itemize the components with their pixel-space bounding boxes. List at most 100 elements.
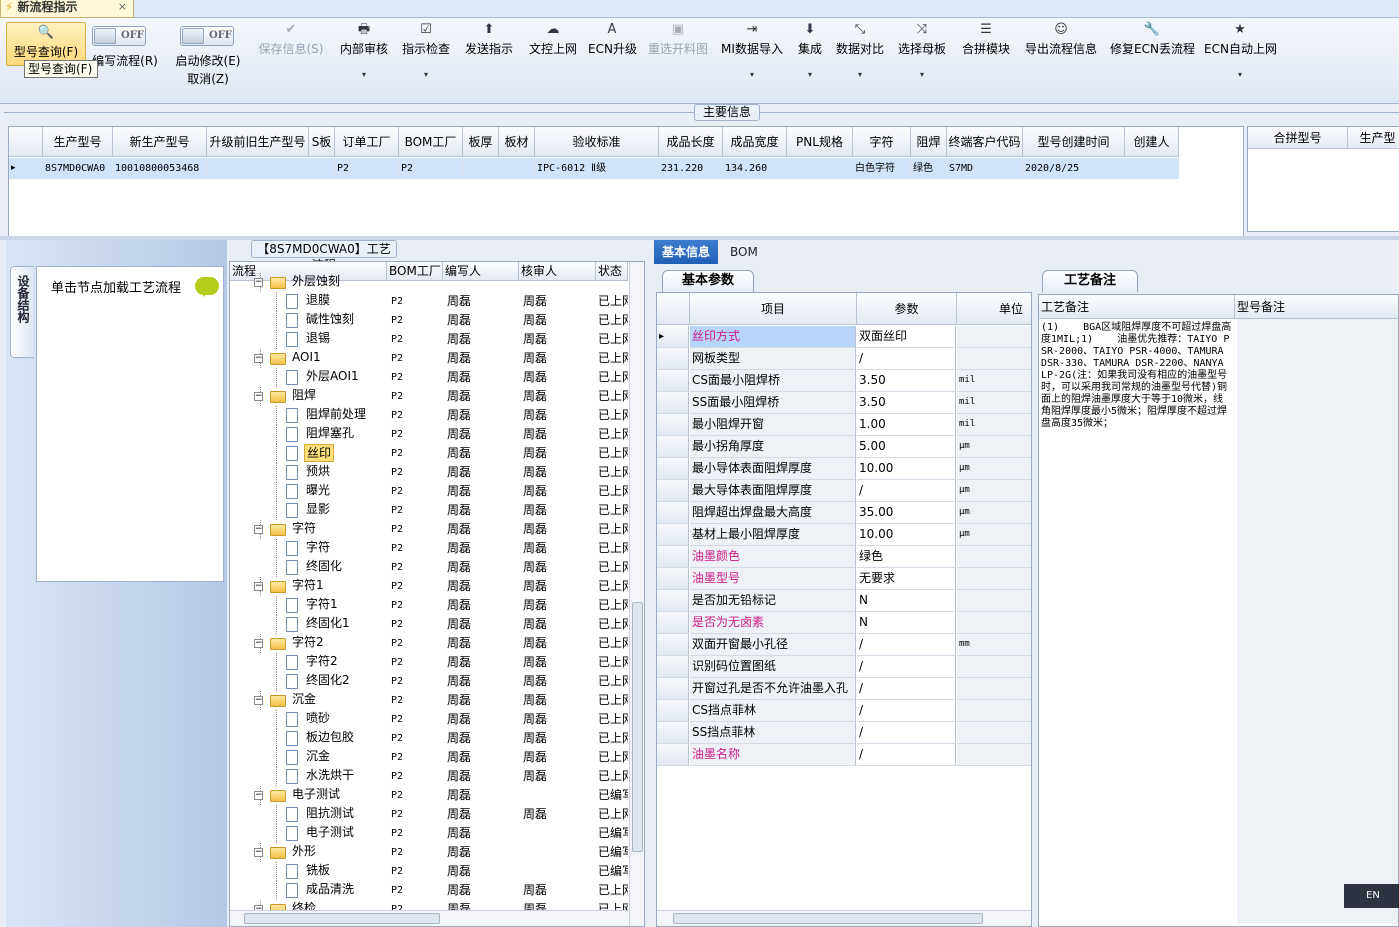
process-name[interactable]: 字符2 [304,653,340,671]
process-name[interactable]: 字符2 [290,634,326,652]
merge-model-grid[interactable]: 合拼型号 生产型 [1247,126,1399,232]
param-row[interactable]: 阻焊超出焊盘最大高度 35.00 μm [657,502,1031,524]
process-name[interactable]: 终固化2 [304,672,352,690]
tree-row[interactable]: − 字符1 P2 周磊 周磊 已上网 [230,577,628,596]
tab-process-remarks[interactable]: 工艺备注 [1042,270,1138,292]
tree-row[interactable]: 成品清洗 P2 周磊 周磊 已上网 [230,881,628,900]
doc-upload-button[interactable]: ☁ 文控上网 [526,20,580,100]
param-row[interactable]: SS面最小阻焊桥 3.50 mil [657,392,1031,414]
param-value[interactable]: / [857,656,956,678]
process-name[interactable]: AOI1 [290,349,323,367]
chevron-down-icon[interactable]: ▾ [338,70,390,79]
param-row[interactable]: 最大导体表面阻焊厚度 / μm [657,480,1031,502]
fix-ecn-flow-button[interactable]: 🔧 修复ECN丢流程 [1110,20,1195,100]
chevron-down-icon[interactable]: ▾ [896,70,948,79]
tree-row[interactable]: 阻焊塞孔 P2 周磊 周磊 已上网 [230,425,628,444]
indicator-check-button[interactable]: ☑ 指示检查 ▾ [400,20,452,100]
table-cell[interactable]: P2 [399,158,463,179]
reselect-cutting-drawing-button[interactable]: ▣ 重选开料图 [646,20,710,100]
tree-row[interactable]: − 电子测试 P2 周磊 已编写 [230,786,628,805]
param-row[interactable]: CS面最小阻焊桥 3.50 mil [657,370,1031,392]
tree-row[interactable]: 电子测试 P2 周磊 已编写 [230,824,628,843]
expand-toggle-icon[interactable]: − [254,354,263,363]
table-cell[interactable] [787,158,853,179]
process-name[interactable]: 曝光 [304,482,332,500]
tree-row[interactable]: 丝印 P2 周磊 周磊 已上网 [230,444,628,463]
param-row[interactable]: 是否为无卤素 N [657,612,1031,634]
column-header[interactable]: 板厚 [463,127,499,157]
integrate-button[interactable]: ⬇ 集成 ▾ [794,20,826,100]
send-indicator-button[interactable]: ⬆ 发送指示 [462,20,516,100]
process-name[interactable]: 水洗烘干 [304,767,356,785]
chevron-down-icon[interactable]: ▾ [720,70,784,79]
column-header[interactable]: 订单工厂 [335,127,399,157]
tree-row[interactable]: − 外层蚀刻 [230,273,628,292]
tree-row[interactable]: 水洗烘干 P2 周磊 周磊 已上网 [230,767,628,786]
column-header[interactable]: 板材 [499,127,535,157]
tree-row[interactable]: − 沉金 P2 周磊 周磊 已上网 [230,691,628,710]
process-name[interactable]: 退锡 [304,330,332,348]
table-cell[interactable] [463,158,499,179]
param-row[interactable]: 最小阻焊开窗 1.00 mil [657,414,1031,436]
param-value[interactable]: 绿色 [857,546,956,568]
tree-row[interactable]: − 字符2 P2 周磊 周磊 已上网 [230,634,628,653]
document-tab[interactable]: ⚡ 新流程指示 × [0,0,134,18]
param-row[interactable]: 是否加无铅标记 N [657,590,1031,612]
process-name[interactable]: 外层AOI1 [304,368,361,386]
param-row[interactable]: 网板类型 / [657,348,1031,370]
param-value[interactable]: / [857,480,956,502]
mi-import-button[interactable]: ⇥ MI数据导入 ▾ [720,20,784,100]
param-row[interactable]: 双面开窗最小孔径 / mm [657,634,1031,656]
column-header[interactable]: 合拼型号 [1248,127,1348,149]
param-value[interactable]: 3.50 [857,370,956,392]
tree-row[interactable]: − 外形 P2 周磊 已编写 [230,843,628,862]
process-name[interactable]: 预烘 [304,463,332,481]
column-header[interactable]: 单位 [957,293,1031,325]
table-cell[interactable]: IPC-6012 Ⅱ级 [535,158,659,179]
tab-bom[interactable]: BOM [722,240,766,264]
param-value[interactable]: / [857,348,956,370]
close-icon[interactable]: × [118,0,127,13]
column-header[interactable]: 型号创建时间 [1023,127,1125,157]
tree-row[interactable]: − 字符 P2 周磊 周磊 已上网 [230,520,628,539]
process-name[interactable]: 沉金 [304,748,332,766]
process-name[interactable]: 显影 [304,501,332,519]
chevron-down-icon[interactable]: ▾ [794,70,826,79]
tree-row[interactable]: 字符2 P2 周磊 周磊 已上网 [230,653,628,672]
tree-row[interactable]: 终固化1 P2 周磊 周磊 已上网 [230,615,628,634]
equipment-structure-tab[interactable]: 设备结构 [10,266,34,358]
column-header[interactable]: PNL规格 [787,127,853,157]
tree-row[interactable]: 字符 P2 周磊 周磊 已上网 [230,539,628,558]
model-remarks-cell[interactable] [1237,319,1398,924]
param-row[interactable]: 开窗过孔是否不允许油墨入孔 / [657,678,1031,700]
param-row[interactable]: 油墨颜色 绿色 [657,546,1031,568]
tree-row[interactable]: 退锡 P2 周磊 周磊 已上网 [230,330,628,349]
table-cell[interactable]: 8S7MD0CWA0 [43,158,113,179]
process-name[interactable]: 成品清洗 [304,881,356,899]
param-row[interactable]: CS挡点菲林 / [657,700,1031,722]
param-value[interactable]: / [857,634,956,656]
table-cell[interactable] [309,158,335,179]
table-cell[interactable]: 绿色 [911,158,947,179]
tree-row[interactable]: 碱性蚀刻 P2 周磊 周磊 已上网 [230,311,628,330]
tree-row[interactable]: − 阻焊 P2 周磊 周磊 已上网 [230,387,628,406]
param-value[interactable]: 无要求 [857,568,956,590]
process-name[interactable]: 碱性蚀刻 [304,311,356,329]
tree-row[interactable]: 显影 P2 周磊 周磊 已上网 [230,501,628,520]
table-cell[interactable]: S7MD [947,158,1023,179]
write-flow-toggle[interactable]: OFF [92,26,146,46]
param-value[interactable]: / [857,700,956,722]
process-name[interactable]: 阻焊塞孔 [304,425,356,443]
tree-row[interactable]: 阻抗测试 P2 周磊 周磊 已上网 [230,805,628,824]
param-value[interactable]: / [857,678,956,700]
column-header[interactable]: 终端客户代码 [947,127,1023,157]
column-header[interactable]: 生产型 [1348,127,1399,149]
save-info-button[interactable]: ✔ 保存信息(S) [256,20,326,100]
param-row[interactable]: 油墨型号 无要求 [657,568,1031,590]
tree-row[interactable]: 铣板 P2 周磊 已编写 [230,862,628,881]
expand-toggle-icon[interactable]: − [254,392,263,401]
param-value[interactable]: 10.00 [857,458,956,480]
param-row[interactable]: 油墨名称 / [657,744,1031,766]
process-name[interactable]: 喷砂 [304,710,332,728]
scroll-thumb[interactable] [244,913,440,924]
